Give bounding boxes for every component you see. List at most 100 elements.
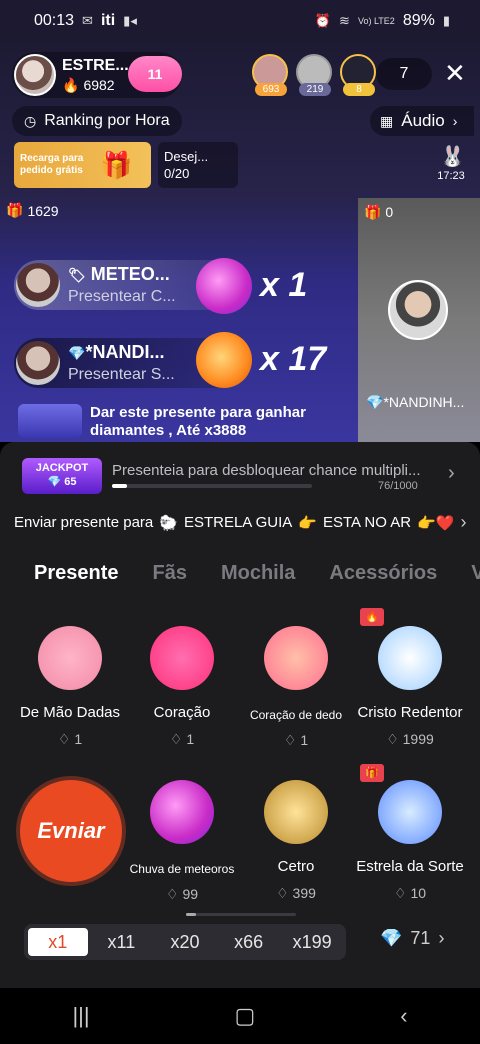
scepter-icon xyxy=(264,780,328,844)
close-icon[interactable]: ✕ xyxy=(444,58,466,88)
send-gift-button[interactable]: Evniar xyxy=(20,780,122,882)
gift-price: ♢ 1999 xyxy=(386,731,434,747)
gift-price: ♢ 1 xyxy=(169,731,195,747)
guest-name: 💎*NANDINH... xyxy=(366,394,465,410)
gift-name: Cetro xyxy=(277,858,315,875)
pointing-hand-icon: 👉 xyxy=(298,514,317,532)
guest-avatar[interactable] xyxy=(388,280,448,340)
gift-multiplier: x 17 xyxy=(260,340,327,378)
promo-text: Dar este presente para ganhar diamantes … xyxy=(90,404,306,439)
jackpot-text: Presenteia para desbloquear chance multi… xyxy=(112,462,421,479)
gift-item[interactable]: De Mão Dadas ♢ 1 xyxy=(10,626,130,748)
quantity-selector: x1 x11 x20 x66 x199 xyxy=(24,924,346,960)
chevron-right-icon: › xyxy=(452,113,458,129)
flame-icon: 🔥 xyxy=(62,76,80,93)
tab-mochila[interactable]: Mochila xyxy=(221,562,295,585)
qty-option[interactable]: x11 xyxy=(92,928,152,956)
gift-price: ♢ 1 xyxy=(283,732,309,748)
qty-option[interactable]: x199 xyxy=(282,928,342,956)
gift-name: Coração de dedo xyxy=(249,708,343,722)
viewer-avatar[interactable]: 219 xyxy=(296,54,334,96)
jackpot-progress-bar xyxy=(112,484,312,488)
slot-machine-icon xyxy=(18,404,82,438)
recharge-text: Recarga para pedido grátis xyxy=(20,153,84,176)
gift-name: Chuva de meteoros xyxy=(129,862,235,876)
tab-presente[interactable]: Presente xyxy=(34,562,119,585)
left-stream-gifts: 🎁 1629 xyxy=(6,202,59,219)
diamond-icon: 💎 xyxy=(68,344,86,361)
wish-progress: 0/20 xyxy=(164,166,190,181)
send-to-prefix: Enviar presente para xyxy=(14,514,154,531)
ranking-label: Ranking por Hora xyxy=(44,112,170,129)
hot-tag-icon: 🔥 xyxy=(360,608,384,626)
guest-gifts: 🎁 0 xyxy=(364,204,394,220)
gift-item[interactable]: Coração ♢ 1 xyxy=(122,626,242,748)
grid-icon: ▦ xyxy=(380,112,394,129)
gift-price: ♢ 99 xyxy=(165,886,199,902)
tab-more[interactable]: V xyxy=(471,562,480,585)
follow-badge[interactable]: 11 xyxy=(128,56,182,92)
home-icon[interactable]: ▢ xyxy=(235,1003,256,1029)
guest-stream[interactable]: 🎁 0 💎*NANDINH... xyxy=(358,198,480,442)
send-to-selector[interactable]: Enviar presente para 🐑 ESTRELA GUIA 👉 ES… xyxy=(14,512,474,533)
lucky-star-icon xyxy=(378,780,442,844)
chevron-right-icon: › xyxy=(460,512,467,532)
audio-button[interactable]: ▦ Áudio › xyxy=(370,106,474,136)
gift-tag-icon: 🎁 xyxy=(360,764,384,782)
gift-item[interactable]: Coração de dedo ♢ 1 xyxy=(236,626,356,749)
qty-option[interactable]: x1 xyxy=(28,928,88,956)
qty-option[interactable]: x20 xyxy=(155,928,215,956)
system-nav-bar: ||| ▢ ‹ xyxy=(0,988,480,1044)
status-bar: 00:13 ✉ iti ▮◂ ⏰ ≋ Vo) LTE2 89% ▮ xyxy=(0,0,480,42)
back-icon[interactable]: ‹ xyxy=(400,1003,407,1029)
bunny-icon: 🐰 xyxy=(440,146,465,168)
gift-item[interactable]: Cetro ♢ 399 xyxy=(236,780,356,902)
diamond-balance[interactable]: 💎 71 › xyxy=(380,928,444,949)
viewer-total[interactable]: 7 xyxy=(376,58,432,90)
viewer-avatar[interactable]: 8 xyxy=(340,54,378,96)
gift-item[interactable]: 🔥 Cristo Redentor ♢ 1999 xyxy=(350,608,470,748)
top-viewers: 693 219 8 xyxy=(252,54,378,96)
chevron-right-icon[interactable]: › xyxy=(448,462,455,485)
finger-heart-icon xyxy=(264,626,328,690)
send-to-suffix: ESTA NO AR xyxy=(323,514,412,531)
recent-apps-icon[interactable]: ||| xyxy=(72,1003,89,1029)
host-avatar[interactable] xyxy=(14,54,56,96)
viewer-avatar[interactable]: 693 xyxy=(252,54,290,96)
treasure-chest-icon: 🎁 xyxy=(100,150,133,180)
battery-percent: 89% xyxy=(402,12,435,29)
heart-hand-icon: 👉❤️ xyxy=(417,514,455,532)
qty-option[interactable]: x66 xyxy=(219,928,279,956)
gift-name: Coração xyxy=(153,704,211,721)
viewer-count: 8 xyxy=(343,83,375,96)
jackpot-label: JACKPOT xyxy=(35,462,89,474)
meteor-gift-icon xyxy=(196,258,252,314)
meteor-planet-icon xyxy=(150,780,214,844)
live-room: ESTRE... 🔥 6982 11 693 219 8 7 ✕ ◷ Rankin… xyxy=(0,42,480,442)
wish-list[interactable]: Desej... 0/20 xyxy=(158,142,238,188)
jackpot-value: 💎 65 xyxy=(47,476,77,488)
jackpot-badge[interactable]: JACKPOT 💎 65 xyxy=(22,458,102,494)
gift-item[interactable]: Chuva de meteoros ♢ 99 xyxy=(122,780,242,903)
signal-icon: Vo) LTE2 xyxy=(357,16,395,26)
alarm-icon: ⏰ xyxy=(314,13,332,28)
ranking-button[interactable]: ◷ Ranking por Hora xyxy=(12,106,182,136)
status-time: 00:13 xyxy=(34,12,75,29)
viewer-count: 693 xyxy=(255,83,287,96)
tab-acessorios[interactable]: Acessórios xyxy=(329,562,437,585)
host-name: ESTRE... xyxy=(62,56,129,74)
clock-icon: ◷ xyxy=(24,112,37,129)
gift-panel: JACKPOT 💎 65 Presenteia para desbloquear… xyxy=(0,442,480,988)
gift-multiplier: x 1 xyxy=(260,266,308,304)
recharge-banner[interactable]: Recarga para pedido grátis 🎁 xyxy=(14,142,151,188)
wifi-icon: ≋ xyxy=(339,13,350,28)
event-timer[interactable]: 🐰 17:23 xyxy=(430,142,472,188)
promo-banner[interactable]: Dar este presente para ganhar diamantes … xyxy=(18,404,348,440)
guest-avatar-icon: 🐑 xyxy=(159,514,178,532)
sender-name: 🏷 METEO... xyxy=(68,263,170,284)
gift-name: Cristo Redentor xyxy=(357,704,463,721)
tab-fas[interactable]: Fãs xyxy=(153,562,187,585)
gift-icon: 🎁 xyxy=(6,202,24,218)
gift-item[interactable]: 🎁 Estrela da Sorte ♢ 10 xyxy=(350,764,470,902)
holding-hands-icon xyxy=(38,626,102,690)
